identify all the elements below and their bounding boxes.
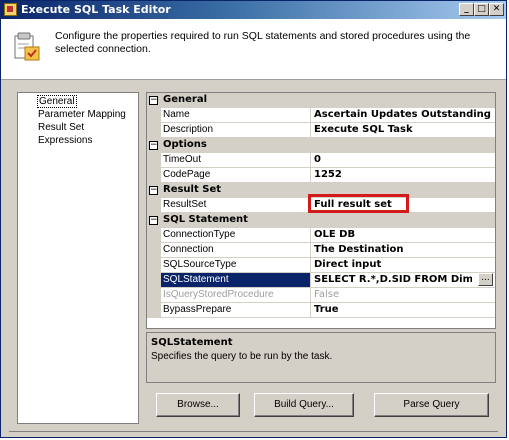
- maximize-button[interactable]: □: [474, 3, 489, 16]
- header-area: Configure the properties required to run…: [1, 19, 506, 80]
- property-name: CodePage: [163, 169, 211, 180]
- column-divider: [310, 303, 311, 317]
- category-label: Options: [163, 139, 207, 150]
- column-divider: [310, 243, 311, 257]
- build-query-button[interactable]: Build Query...: [254, 393, 354, 417]
- row-gutter: [147, 288, 161, 302]
- property-value[interactable]: OLE DB: [314, 229, 492, 240]
- app-icon: [4, 3, 17, 16]
- property-value[interactable]: 1252: [314, 169, 492, 180]
- nav-item-result-set[interactable]: Result Set: [38, 122, 84, 133]
- task-config-icon: [14, 32, 40, 61]
- property-value[interactable]: True: [314, 304, 492, 315]
- property-row-connection[interactable]: Connection The Destination: [147, 243, 495, 258]
- collapse-icon[interactable]: −: [149, 186, 158, 195]
- property-row-isquerystoredprocedure[interactable]: IsQueryStoredProcedure False: [147, 288, 495, 303]
- nav-item-general[interactable]: General: [37, 95, 77, 108]
- category-label: SQL Statement: [163, 214, 248, 225]
- column-divider: [310, 273, 311, 287]
- resultset-highlight-box: [308, 194, 409, 213]
- row-gutter: [147, 228, 161, 242]
- property-row-codepage[interactable]: CodePage 1252: [147, 168, 495, 183]
- column-divider: [310, 123, 311, 137]
- property-row-sqlstatement[interactable]: SQLStatement SELECT R.*,D.SID FROM DimCo…: [147, 273, 495, 288]
- property-row-name[interactable]: Name Ascertain Updates Outstanding: [147, 108, 495, 123]
- row-gutter: [147, 108, 161, 122]
- column-divider: [310, 153, 311, 167]
- property-value[interactable]: The Destination: [314, 244, 492, 255]
- row-gutter: [147, 153, 161, 167]
- column-divider: [310, 168, 311, 182]
- parse-query-button[interactable]: Parse Query: [374, 393, 489, 417]
- property-name: ConnectionType: [163, 229, 236, 240]
- property-name: Description: [163, 124, 214, 135]
- property-row-description[interactable]: Description Execute SQL Task: [147, 123, 495, 138]
- category-label: Result Set: [163, 184, 222, 195]
- category-sql-statement: − SQL Statement: [147, 213, 495, 228]
- collapse-icon[interactable]: −: [149, 141, 158, 150]
- column-divider: [310, 108, 311, 122]
- nav-item-parameter-mapping[interactable]: Parameter Mapping: [38, 109, 126, 120]
- page-navigation-list: General Parameter Mapping Result Set Exp…: [17, 92, 139, 424]
- property-name: Connection: [163, 244, 214, 255]
- row-gutter: [147, 243, 161, 257]
- row-gutter: [147, 273, 161, 287]
- property-row-bypassprepare[interactable]: BypassPrepare True: [147, 303, 495, 318]
- column-divider: [310, 288, 311, 302]
- property-value[interactable]: 0: [314, 154, 492, 165]
- title-bar[interactable]: Execute SQL Task Editor _ □ ✕: [1, 1, 506, 19]
- description-title: SQLStatement: [151, 337, 233, 348]
- property-row-connectiontype[interactable]: ConnectionType OLE DB: [147, 228, 495, 243]
- ellipsis-button[interactable]: ...: [478, 273, 493, 286]
- property-name: SQLStatement: [161, 273, 310, 287]
- property-value[interactable]: Ascertain Updates Outstanding: [314, 109, 492, 120]
- property-value[interactable]: Direct input: [314, 259, 492, 270]
- property-name: ResultSet: [163, 199, 207, 210]
- property-value[interactable]: Execute SQL Task: [314, 124, 492, 135]
- window-title: Execute SQL Task Editor: [21, 3, 171, 16]
- collapse-icon[interactable]: −: [149, 96, 158, 105]
- nav-item-expressions[interactable]: Expressions: [38, 135, 92, 146]
- row-gutter: [147, 258, 161, 272]
- property-name: Name: [163, 109, 190, 120]
- property-name: BypassPrepare: [163, 304, 232, 315]
- row-gutter: [147, 198, 161, 212]
- close-button[interactable]: ✕: [489, 3, 504, 16]
- collapse-icon[interactable]: −: [149, 216, 158, 225]
- browse-button[interactable]: Browse...: [156, 393, 240, 417]
- row-gutter: [147, 303, 161, 317]
- property-value[interactable]: SELECT R.*,D.SID FROM DimComp: [314, 274, 472, 285]
- column-divider: [310, 258, 311, 272]
- category-label: General: [163, 94, 207, 105]
- property-row-sqlsourcetype[interactable]: SQLSourceType Direct input: [147, 258, 495, 273]
- header-description: Configure the properties required to run…: [55, 30, 471, 55]
- property-description-panel: SQLStatement Specifies the query to be r…: [146, 332, 496, 383]
- category-general: − General: [147, 93, 495, 108]
- execute-sql-task-editor-window: Execute SQL Task Editor _ □ ✕ Configure …: [0, 0, 507, 438]
- property-name: IsQueryStoredProcedure: [163, 289, 274, 300]
- bottom-divider: [9, 431, 498, 432]
- minimize-button[interactable]: _: [459, 3, 474, 16]
- category-options: − Options: [147, 138, 495, 153]
- row-gutter: [147, 123, 161, 137]
- description-text: Specifies the query to be run by the tas…: [151, 351, 333, 362]
- row-gutter: [147, 168, 161, 182]
- property-row-timeout[interactable]: TimeOut 0: [147, 153, 495, 168]
- property-value[interactable]: False: [314, 289, 492, 300]
- property-name: TimeOut: [163, 154, 201, 165]
- column-divider: [310, 228, 311, 242]
- property-name: SQLSourceType: [163, 259, 237, 270]
